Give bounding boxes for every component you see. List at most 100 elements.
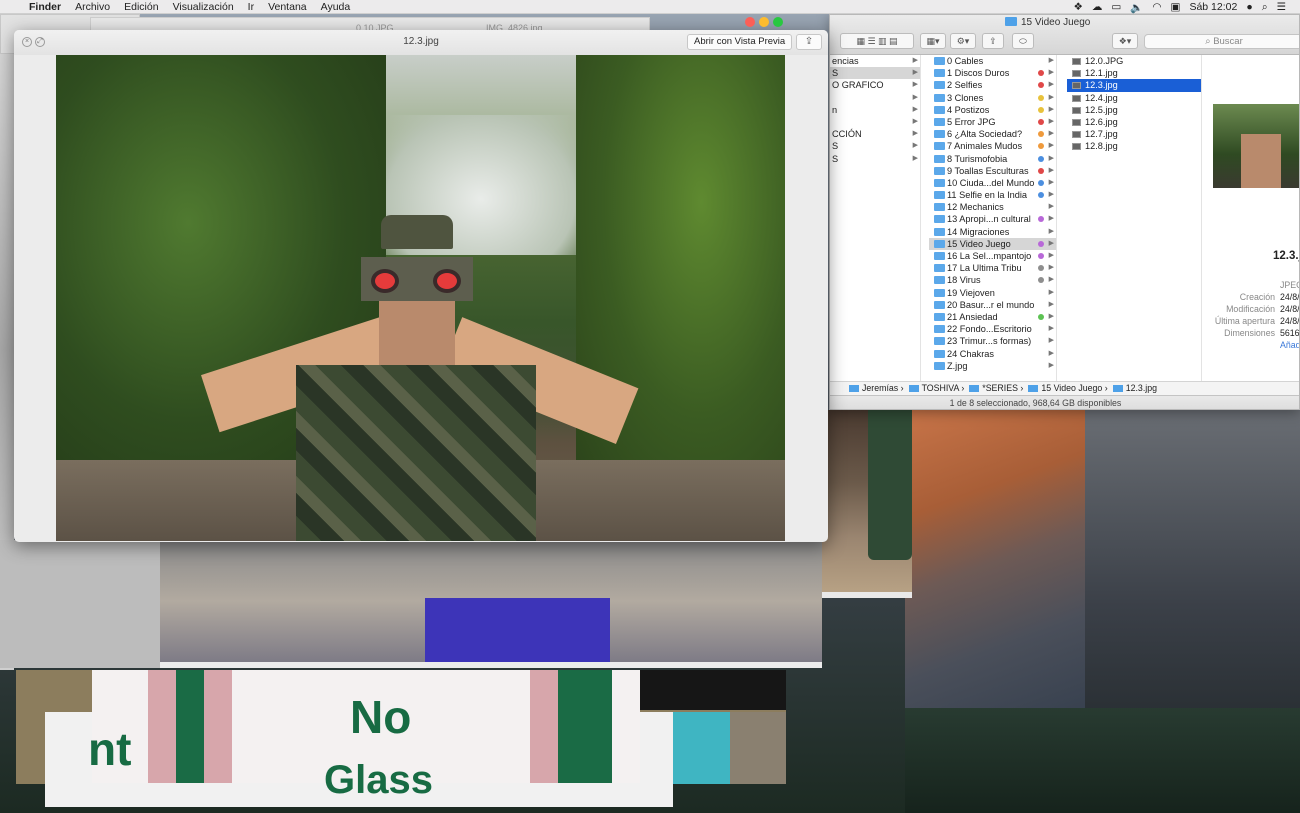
- folder-label: 3 Clones: [947, 92, 984, 103]
- tag-dot-icon: [1038, 118, 1044, 125]
- user-icon[interactable]: ●: [1246, 1, 1252, 13]
- folder-item[interactable]: 4 Postizos ▶: [929, 104, 1056, 116]
- preview-more-link[interactable]: Añadi: [1280, 340, 1299, 350]
- folder-item[interactable]: 23 Trimur...s formas) ▶: [929, 335, 1056, 347]
- background-photo-window-people[interactable]: [0, 540, 822, 668]
- tag-dot-icon: [1038, 94, 1044, 101]
- menu-ayuda[interactable]: Ayuda: [314, 1, 358, 13]
- creative-cloud-icon[interactable]: ☁: [1092, 1, 1103, 13]
- folder-item[interactable]: 6 ¿Alta Sociedad? ▶: [929, 128, 1056, 140]
- quicklook-window[interactable]: × ⤢ 12.3.jpg Abrir con Vista Previa ⇪: [14, 30, 828, 542]
- finder-column-3[interactable]: 12.0.JPG 12.1.jpg 12.3.jpg 12.4.jpg 12.5.jpg…: [1067, 55, 1202, 381]
- menu-edicion[interactable]: Edición: [117, 1, 165, 13]
- folder-item[interactable]: 20 Basur...r el mundo ▶: [929, 299, 1056, 311]
- pavement-photo: [0, 540, 160, 668]
- preview-label: Última apertura: [1214, 316, 1275, 326]
- file-item[interactable]: 12.4.jpg: [1067, 92, 1201, 104]
- volume-icon[interactable]: 🔈: [1130, 1, 1143, 14]
- sign-stripe: [148, 670, 176, 783]
- share-icon[interactable]: ⇪: [982, 33, 1004, 49]
- folder-item[interactable]: 7 Animales Mudos ▶: [929, 140, 1056, 152]
- folder-item[interactable]: 13 Apropi...n cultural ▶: [929, 213, 1056, 225]
- column-item[interactable]: O GRAFICO ▶: [830, 79, 920, 91]
- share-icon[interactable]: ⇪: [796, 34, 822, 50]
- folder-item[interactable]: 19 Viejoven ▶: [929, 287, 1056, 299]
- tag-icon[interactable]: ⬭: [1012, 33, 1034, 49]
- column-item[interactable]: S ▶: [830, 140, 920, 152]
- folder-item[interactable]: 18 Virus ▶: [929, 274, 1056, 286]
- folder-item[interactable]: 17 La Ultima Tribu ▶: [929, 262, 1056, 274]
- folder-item[interactable]: 12 Mechanics ▶: [929, 201, 1056, 213]
- close-button[interactable]: [745, 17, 755, 27]
- clock[interactable]: Sáb 12:02: [1189, 1, 1237, 13]
- folder-item[interactable]: 2 Selfies ▶: [929, 79, 1056, 91]
- dropbox-icon[interactable]: ❖▾: [1112, 33, 1138, 49]
- column-item[interactable]: S ▶: [830, 153, 920, 165]
- folder-item[interactable]: 15 Video Juego ▶: [929, 237, 1056, 250]
- path-item[interactable]: *SERIES: [982, 383, 1018, 393]
- column-item[interactable]: ▶: [830, 92, 920, 104]
- finder-toolbar[interactable]: 15 Video Juego ▦ ☰ ▥ ▤ ▦▾ ⚙▾ ⇪ ⬭ ❖▾ ⌕ Bu…: [830, 15, 1299, 55]
- folder-item[interactable]: 16 La Sel...mpantojo ▶: [929, 250, 1056, 262]
- folder-item[interactable]: 1 Discos Duros ▶: [929, 67, 1056, 79]
- file-item[interactable]: 12.0.JPG: [1067, 55, 1201, 67]
- zoom-button[interactable]: [773, 17, 783, 27]
- folder-item[interactable]: 24 Chakras ▶: [929, 348, 1056, 360]
- path-item[interactable]: TOSHIVA: [922, 383, 959, 393]
- column-item[interactable]: ▶: [830, 116, 920, 128]
- path-item[interactable]: 12.3.jpg: [1126, 383, 1157, 393]
- dropbox-icon[interactable]: ❖: [1073, 1, 1082, 13]
- folder-icon: [934, 252, 945, 260]
- menu-visualizacion[interactable]: Visualización: [166, 1, 241, 13]
- notification-center-icon[interactable]: ☰: [1277, 1, 1286, 13]
- search-input[interactable]: ⌕ Buscar: [1144, 34, 1299, 49]
- finder-column-1[interactable]: encias ▶ S ▶ O GRAFICO ▶ ▶ n ▶ ▶ CCIÓN ▶ S ▶ S ▶: [830, 55, 921, 381]
- column-item[interactable]: S ▶: [830, 67, 920, 80]
- chevron-right-icon: ▶: [1048, 69, 1054, 77]
- menu-archivo[interactable]: Archivo: [68, 1, 117, 13]
- folder-item[interactable]: 0 Cables ▶: [929, 55, 1056, 67]
- gear-icon[interactable]: ⚙▾: [950, 33, 976, 49]
- file-item[interactable]: 12.3.jpg: [1067, 79, 1201, 92]
- folder-item[interactable]: 22 Fondo...Escritorio ▶: [929, 323, 1056, 335]
- wifi-icon[interactable]: ◠: [1152, 1, 1161, 13]
- path-item[interactable]: Jeremías: [862, 383, 898, 393]
- file-item[interactable]: 12.5.jpg: [1067, 104, 1201, 116]
- view-mode-segment[interactable]: ▦ ☰ ▥ ▤: [840, 33, 914, 49]
- sign-photo-window[interactable]: nt No Glass: [88, 670, 640, 802]
- path-bar[interactable]: Jeremías › TOSHIVA › *SERIES › 15 Video Jue…: [830, 381, 1299, 395]
- folder-item[interactable]: Z.jpg ▶: [929, 360, 1056, 372]
- file-item[interactable]: 12.1.jpg: [1067, 67, 1201, 79]
- menu-ventana[interactable]: Ventana: [261, 1, 314, 13]
- folder-icon: [934, 361, 945, 370]
- menu-finder[interactable]: Finder: [22, 1, 68, 13]
- menu-ir[interactable]: Ir: [241, 1, 261, 13]
- column-item[interactable]: n ▶: [830, 104, 920, 116]
- open-with-preview-button[interactable]: Abrir con Vista Previa: [687, 34, 793, 50]
- folder-item[interactable]: 21 Ansiedad ▶: [929, 311, 1056, 323]
- folder-item[interactable]: 11 Selfie en la India ▶: [929, 189, 1056, 201]
- folder-item[interactable]: 5 Error JPG ▶: [929, 116, 1056, 128]
- arrange-icon[interactable]: ▦▾: [920, 33, 946, 49]
- finder-column-2[interactable]: 0 Cables ▶ 1 Discos Duros ▶ 2 Selfies ▶ 3 Clon…: [929, 55, 1057, 381]
- file-item[interactable]: 12.7.jpg: [1067, 128, 1201, 140]
- folder-item[interactable]: 10 Ciuda...del Mundo ▶: [929, 177, 1056, 189]
- folder-item[interactable]: 8 Turismofobia ▶: [929, 153, 1056, 165]
- path-item[interactable]: 15 Video Juego: [1041, 383, 1102, 393]
- input-menu-icon[interactable]: ▣: [1171, 1, 1181, 13]
- column-item[interactable]: CCIÓN ▶: [830, 128, 920, 140]
- finder-window[interactable]: 15 Video Juego ▦ ☰ ▥ ▤ ▦▾ ⚙▾ ⇪ ⬭ ❖▾ ⌕ Bu…: [829, 14, 1300, 410]
- spotlight-icon[interactable]: ⌕: [1262, 1, 1268, 14]
- folder-item[interactable]: 9 Toallas Esculturas ▶: [929, 165, 1056, 177]
- file-item[interactable]: 12.6.jpg: [1067, 116, 1201, 128]
- folder-item[interactable]: 14 Migraciones ▶: [929, 226, 1056, 238]
- column-item-label: S: [832, 141, 839, 152]
- folder-item[interactable]: 3 Clones ▶: [929, 92, 1056, 104]
- column-item[interactable]: encias ▶: [830, 55, 920, 67]
- minimize-button[interactable]: [759, 17, 769, 27]
- quicklook-titlebar[interactable]: × ⤢ 12.3.jpg Abrir con Vista Previa ⇪: [14, 30, 828, 55]
- file-item[interactable]: 12.8.jpg: [1067, 140, 1201, 152]
- finder-preview-column: 12.3.jpg JPEG Creación 24/8/ Modificació…: [1210, 55, 1299, 381]
- battery-icon[interactable]: ▭: [1111, 1, 1121, 13]
- column-item-label: encias: [832, 56, 859, 66]
